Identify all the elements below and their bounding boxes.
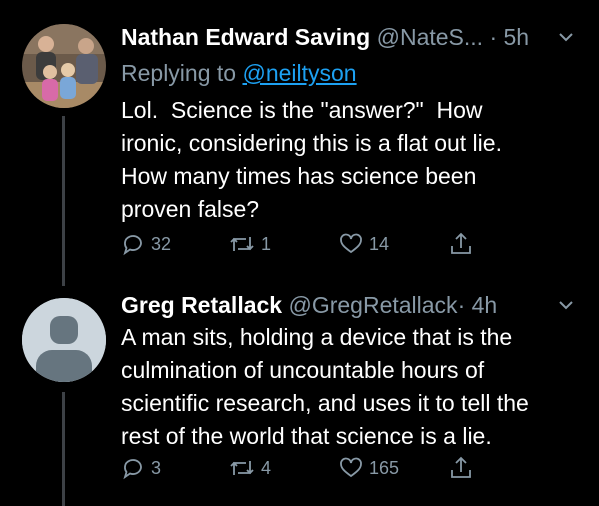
like-count: 165 <box>369 457 400 478</box>
retweet-count: 4 <box>261 457 272 478</box>
family-photo-avatar <box>22 24 106 108</box>
retweet-icon <box>230 237 254 251</box>
tweet-text: A man sits, holding a device that is the… <box>121 324 529 449</box>
tweet-actions: 32 1 14 <box>121 228 511 260</box>
separator-dot: · <box>457 292 466 318</box>
user-handle[interactable]: @GregRetallack <box>288 292 457 318</box>
timestamp[interactable]: 5h <box>504 24 530 50</box>
retweet-count: 1 <box>261 233 272 254</box>
thread-line <box>62 116 65 286</box>
reply-button[interactable]: 3 <box>121 456 229 480</box>
display-name[interactable]: Greg Retallack <box>121 292 282 318</box>
like-count: 14 <box>369 233 390 254</box>
retweet-button[interactable]: 4 <box>229 456 339 480</box>
timestamp[interactable]: 4h <box>472 292 498 318</box>
share-button[interactable] <box>449 231 473 257</box>
like-button[interactable]: 165 <box>339 456 449 480</box>
heart-icon <box>340 233 362 254</box>
avatar-photo[interactable] <box>22 24 106 108</box>
separator-dot: · <box>489 24 498 50</box>
like-button[interactable]: 14 <box>339 232 449 256</box>
thread-line <box>62 392 65 506</box>
reply-button[interactable]: 32 <box>121 232 229 256</box>
share-icon <box>451 232 471 254</box>
tweet-text: Lol. Science is the "answer?" How ironic… <box>121 97 502 222</box>
replying-to-link[interactable]: @neiltyson <box>242 60 356 86</box>
reply-count: 32 <box>151 233 172 254</box>
user-handle[interactable]: @NateS... <box>377 24 483 50</box>
tweet-header: Greg Retallack @GregRetallack· 4h <box>121 290 579 320</box>
tweet-header: Nathan Edward Saving @NateS... · 5h <box>121 22 579 52</box>
chevron-down-icon[interactable] <box>555 294 577 316</box>
replying-to: Replying to @neiltyson <box>121 58 357 88</box>
tweet-nathan[interactable]: Nathan Edward Saving @NateS... · 5h Repl… <box>0 0 599 290</box>
reply-count: 3 <box>151 457 162 478</box>
reply-icon <box>123 459 142 480</box>
display-name[interactable]: Nathan Edward Saving <box>121 24 370 50</box>
share-icon <box>451 456 471 478</box>
tweet-greg[interactable]: Greg Retallack @GregRetallack· 4h A man … <box>0 290 599 506</box>
retweet-icon <box>230 461 254 475</box>
chevron-down-icon[interactable] <box>555 26 577 48</box>
share-button[interactable] <box>449 455 473 481</box>
avatar-default[interactable] <box>22 298 106 382</box>
tweet-actions: 3 4 165 <box>121 452 511 484</box>
default-avatar <box>22 298 106 382</box>
reply-icon <box>123 235 142 256</box>
heart-icon <box>340 457 362 478</box>
retweet-button[interactable]: 1 <box>229 232 339 256</box>
replying-to-label: Replying to <box>121 60 237 86</box>
